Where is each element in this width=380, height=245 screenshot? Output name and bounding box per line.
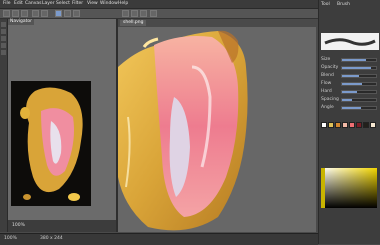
flow-slider[interactable] [341, 82, 377, 86]
prop-label-size: Size [321, 57, 331, 62]
redo-icon[interactable] [41, 10, 48, 17]
move-icon[interactable] [73, 10, 80, 17]
navigator-zoom-bar: 100% [8, 220, 116, 232]
canvas-artwork[interactable] [118, 27, 316, 232]
menu-item-window[interactable]: Window [100, 1, 118, 7]
color-picker-square[interactable] [321, 168, 377, 208]
menu-item-view[interactable]: View [87, 1, 98, 7]
shell-painting [118, 30, 248, 231]
menu-item-filter[interactable]: Filter [72, 1, 83, 7]
undo-icon[interactable] [32, 10, 39, 17]
rotate-icon[interactable] [131, 10, 138, 17]
color-swatch[interactable] [335, 122, 341, 128]
menu-item-select[interactable]: Select [56, 1, 70, 7]
hue-strip[interactable] [321, 168, 325, 208]
menu-item-edit[interactable]: Edit [14, 1, 23, 7]
eraser-icon[interactable] [64, 10, 71, 17]
status-dimensions: 380 x 244 [40, 236, 63, 241]
canvas-tab[interactable]: shell.png [120, 20, 147, 26]
settings-icon[interactable] [150, 10, 157, 17]
tab-brush[interactable]: Brush [337, 2, 350, 8]
tool-icon[interactable] [1, 22, 6, 27]
canvas-area[interactable]: shell.png [118, 19, 316, 232]
prop-label-blend: Blend [321, 73, 334, 78]
tool-icon[interactable] [1, 29, 6, 34]
brush-preview [321, 33, 379, 50]
menu-item-layer[interactable]: Layer [42, 1, 55, 7]
angle-slider[interactable] [341, 106, 377, 110]
color-swatches [321, 122, 379, 136]
statusbar: 100% 380 x 244 [0, 233, 318, 245]
color-swatch[interactable] [349, 122, 355, 128]
tool-icon[interactable] [1, 36, 6, 41]
color-swatch[interactable] [321, 122, 327, 128]
tab-navigator[interactable]: Navigator [8, 19, 35, 25]
left-toolstrip [0, 19, 8, 232]
open-icon[interactable] [12, 10, 19, 17]
size-slider[interactable] [341, 58, 377, 62]
hardness-slider[interactable] [341, 90, 377, 94]
color-swatch[interactable] [370, 122, 376, 128]
menu-item-canvas[interactable]: Canvas [25, 1, 42, 7]
right-panel: Tool Brush Size Opacity Blend Flow Hard … [318, 0, 380, 244]
prop-label-hard: Hard [321, 89, 332, 94]
flip-icon[interactable] [140, 10, 147, 17]
menu-item-help[interactable]: Help [118, 1, 128, 7]
prop-label-flow: Flow [321, 81, 332, 86]
prop-label-opacity: Opacity [321, 65, 339, 70]
color-swatch[interactable] [342, 122, 348, 128]
status-zoom: 100% [4, 236, 17, 241]
spacing-slider[interactable] [341, 98, 377, 102]
brush-icon[interactable] [55, 10, 62, 17]
prop-label-angle: Angle [321, 105, 334, 110]
prop-label-spacing: Spacing [321, 97, 339, 102]
menu-item-file[interactable]: File [3, 1, 11, 7]
zoom-icon[interactable] [122, 10, 129, 17]
color-swatch[interactable] [328, 122, 334, 128]
shell-thumbnail-art [20, 87, 83, 201]
opacity-slider[interactable] [341, 66, 377, 70]
navigator-zoom-value[interactable]: 100% [12, 223, 25, 228]
blend-slider[interactable] [341, 74, 377, 78]
color-swatch[interactable] [363, 122, 369, 128]
navigator-panel: Navigator 100% [8, 19, 118, 232]
canvas-tab-bar: shell.png [118, 19, 316, 27]
color-swatch[interactable] [356, 122, 362, 128]
tool-icon[interactable] [1, 43, 6, 48]
new-icon[interactable] [3, 10, 10, 17]
navigator-thumbnail[interactable] [11, 81, 91, 206]
brush-stroke-preview [324, 38, 376, 46]
tab-tool[interactable]: Tool [321, 2, 330, 8]
tool-icon[interactable] [1, 50, 6, 55]
save-icon[interactable] [21, 10, 28, 17]
